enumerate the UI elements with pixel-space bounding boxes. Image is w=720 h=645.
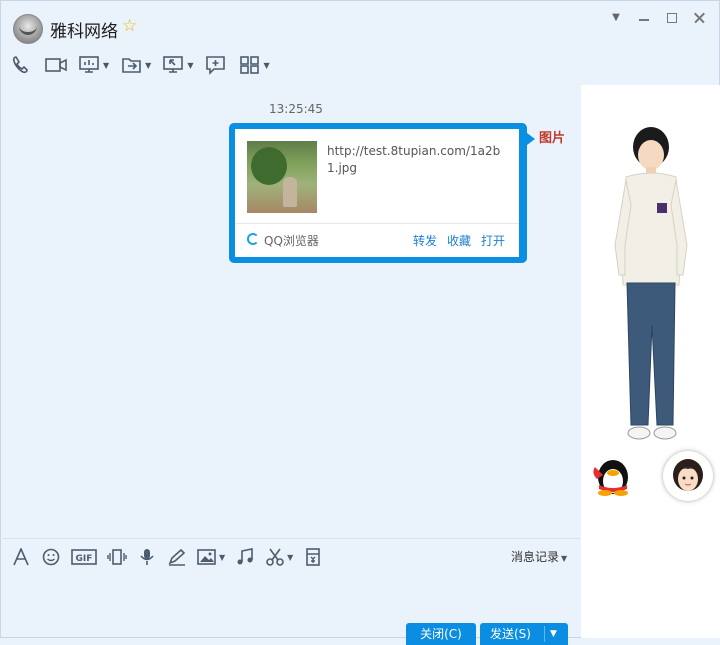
shake-icon xyxy=(107,549,127,565)
close-window-button[interactable] xyxy=(693,11,707,25)
input-divider xyxy=(2,538,580,539)
user-avatar[interactable] xyxy=(663,451,713,501)
browser-label: QQ浏览器 xyxy=(264,234,319,248)
voice-message-button[interactable] xyxy=(137,548,157,566)
girl-face-icon xyxy=(673,459,703,491)
svg-text:GIF: GIF xyxy=(76,554,93,564)
chevron-down-icon[interactable]: ▼ xyxy=(145,61,151,70)
font-icon xyxy=(13,548,29,566)
emoji-button[interactable] xyxy=(41,548,61,566)
font-button[interactable] xyxy=(11,548,31,566)
message-history-button[interactable]: 消息记录 ▼ xyxy=(511,548,567,565)
qq-browser-icon xyxy=(247,233,259,245)
screenshot-button[interactable]: ▼ xyxy=(265,548,293,566)
thumbnail-tree xyxy=(251,147,287,185)
chevron-down-icon[interactable]: ▼ xyxy=(263,61,269,70)
image-thumbnail[interactable] xyxy=(247,141,317,213)
message-button[interactable] xyxy=(205,55,227,75)
send-options-chevron-icon[interactable]: ▼ xyxy=(550,623,557,645)
vip-star-icon[interactable]: ☆ xyxy=(122,18,137,35)
red-packet-button[interactable] xyxy=(303,548,323,566)
chat-toolbar: ▼ ▼ ▼ ▼ xyxy=(11,54,282,76)
link-card[interactable]: http://test.8tupian.com/1a2b1.jpg QQ浏览器 … xyxy=(235,129,519,257)
red-packet-icon xyxy=(306,548,321,566)
contact-name[interactable]: 雅科网络 xyxy=(50,17,118,42)
minimize-button[interactable] xyxy=(637,11,651,25)
close-button[interactable]: 关闭(C) xyxy=(406,623,476,645)
message-timestamp: 13:25:45 xyxy=(269,102,323,116)
chevron-down-icon[interactable]: ▼ xyxy=(219,553,225,562)
voice-icon xyxy=(140,549,154,565)
chevron-down-icon[interactable]: ▼ xyxy=(287,553,293,562)
emoji-icon xyxy=(42,548,60,566)
file-transfer-icon xyxy=(122,58,141,73)
forward-link[interactable]: 转发 xyxy=(413,232,437,249)
contact-avatar[interactable] xyxy=(13,14,43,44)
send-label: 发送(S) xyxy=(490,627,531,641)
message-history-label: 消息记录 xyxy=(511,550,560,564)
screen-share-button[interactable]: ▼ xyxy=(79,55,109,75)
chevron-down-icon[interactable]: ▼ xyxy=(187,61,193,70)
music-button[interactable] xyxy=(235,548,255,566)
chevron-down-icon[interactable]: ▼ xyxy=(103,61,109,70)
open-link[interactable]: 打开 xyxy=(481,232,505,249)
bubble-tail xyxy=(527,133,535,145)
music-icon xyxy=(237,548,253,565)
chat-window: 雅科网络 ☆ ▼ ▼ ▼ ▼ ▼ 13:25:45 http://test.8t… xyxy=(0,0,720,645)
screen-share-icon xyxy=(79,56,99,73)
remote-desktop-button[interactable]: ▼ xyxy=(163,55,193,75)
message-icon xyxy=(206,56,226,75)
qq-penguin-icon[interactable] xyxy=(589,453,635,497)
chevron-down-icon: ▼ xyxy=(561,554,568,563)
remote-desktop-icon xyxy=(163,56,184,73)
video-icon xyxy=(45,58,67,72)
show-panel xyxy=(581,85,720,638)
window-controls: ▼ xyxy=(609,11,707,25)
picture-stamp: 图片 xyxy=(539,131,566,146)
file-transfer-button[interactable]: ▼ xyxy=(121,55,151,75)
voice-call-button[interactable] xyxy=(11,55,33,75)
thumbnail-person xyxy=(283,177,297,207)
favorite-link[interactable]: 收藏 xyxy=(447,232,471,249)
menu-arrow-icon[interactable]: ▼ xyxy=(609,11,623,25)
gif-button[interactable]: GIF xyxy=(71,548,97,566)
apps-button[interactable]: ▼ xyxy=(239,55,270,75)
draw-button[interactable] xyxy=(167,548,187,566)
apps-icon xyxy=(240,56,260,74)
shake-button[interactable] xyxy=(107,548,127,566)
draw-icon xyxy=(168,548,186,566)
image-icon xyxy=(197,549,216,565)
video-call-button[interactable] xyxy=(45,55,67,75)
message-bubble[interactable]: http://test.8tupian.com/1a2b1.jpg QQ浏览器 … xyxy=(229,123,535,263)
send-separator xyxy=(544,626,545,642)
phone-icon xyxy=(12,56,28,74)
maximize-button[interactable] xyxy=(665,11,679,25)
card-footer: QQ浏览器 转发 收藏 打开 xyxy=(235,223,519,258)
send-button[interactable]: 发送(S) ▼ xyxy=(480,623,568,645)
scissors-icon xyxy=(266,548,284,566)
avatar-figure xyxy=(614,127,688,440)
gif-icon: GIF xyxy=(71,549,97,565)
link-url[interactable]: http://test.8tupian.com/1a2b1.jpg xyxy=(327,143,505,177)
input-toolbar: GIF ▼ ▼ xyxy=(11,546,333,568)
image-button[interactable]: ▼ xyxy=(197,548,225,566)
